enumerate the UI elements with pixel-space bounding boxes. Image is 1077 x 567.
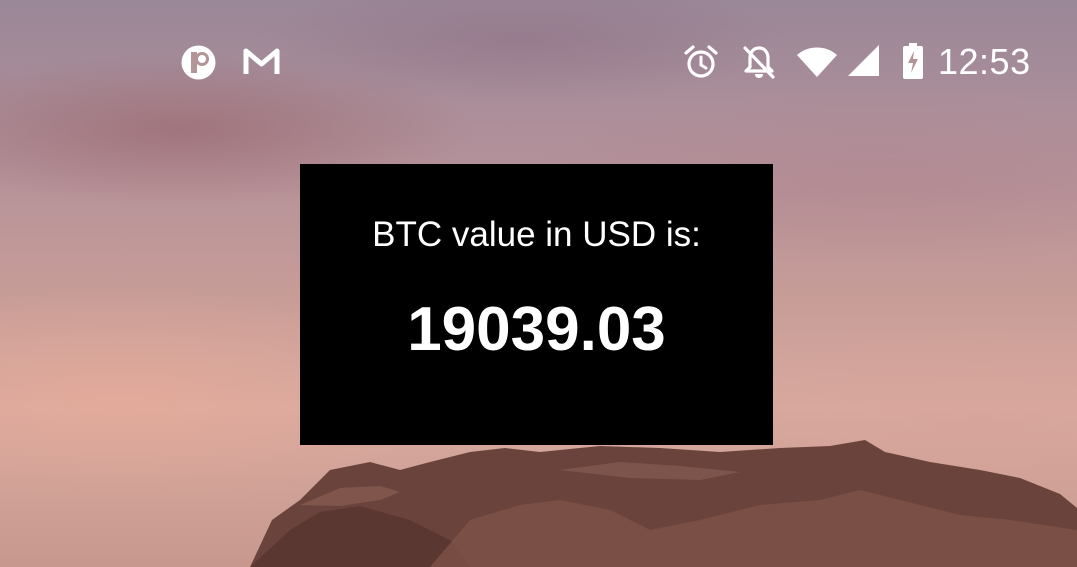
gmail-icon xyxy=(243,48,280,74)
cellular-signal-icon xyxy=(848,45,879,76)
widget-label: BTC value in USD is: xyxy=(372,215,701,254)
wifi-icon xyxy=(797,47,837,77)
status-bar: 12:53 xyxy=(0,0,1077,124)
notification-app-icon xyxy=(181,45,216,80)
battery-charging-icon xyxy=(903,43,923,79)
btc-price-value: 19039.03 xyxy=(407,295,666,364)
alarm-icon xyxy=(684,45,718,78)
notifications-off-icon xyxy=(743,46,775,79)
status-bar-clock: 12:53 xyxy=(938,41,1031,82)
